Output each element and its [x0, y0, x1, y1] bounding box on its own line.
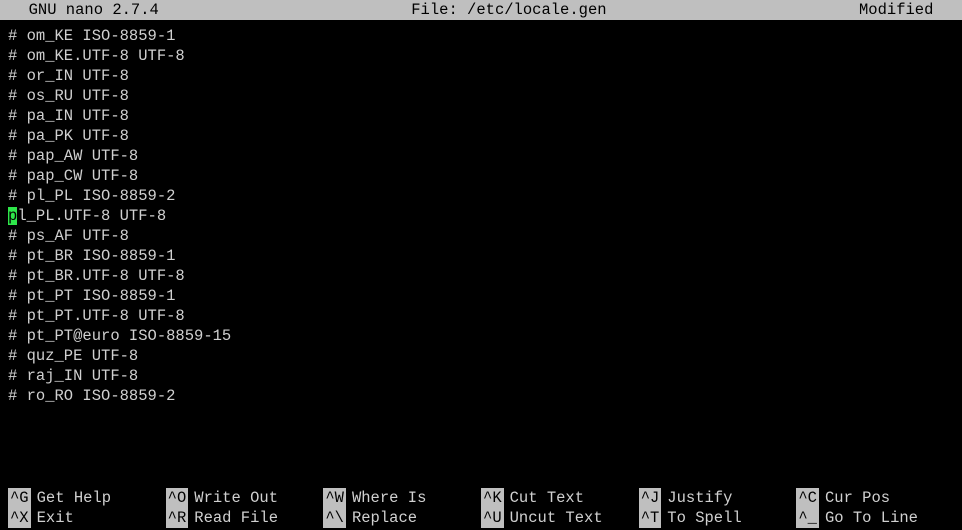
text-cursor: p	[8, 207, 17, 225]
editor-line: # pt_PT@euro ISO-8859-15	[8, 326, 954, 346]
shortcut-label: Read File	[194, 508, 278, 528]
editor-line: # pa_PK UTF-8	[8, 126, 954, 146]
shortcut-key: ^U	[481, 508, 504, 528]
shortcut-key: ^T	[639, 508, 662, 528]
shortcut-key: ^W	[323, 488, 346, 508]
shortcut-item[interactable]: ^X Exit	[8, 508, 166, 528]
shortcut-key: ^R	[166, 508, 189, 528]
editor-line: # pa_IN UTF-8	[8, 106, 954, 126]
editor-line: # om_KE.UTF-8 UTF-8	[8, 46, 954, 66]
shortcut-bar: ^GGet Help^OWrite Out^WWhere Is^KCut Tex…	[8, 488, 954, 528]
editor-line: # or_IN UTF-8	[8, 66, 954, 86]
editor-line: # raj_IN UTF-8	[8, 366, 954, 386]
editor-line: # om_KE ISO-8859-1	[8, 26, 954, 46]
editor-line: # pap_CW UTF-8	[8, 166, 954, 186]
shortcut-item[interactable]: ^\ Replace	[323, 508, 481, 528]
shortcut-item[interactable]: ^JJustify	[639, 488, 797, 508]
cursor-line-rest: l_PL.UTF-8 UTF-8	[17, 207, 166, 225]
editor-line: # pap_AW UTF-8	[8, 146, 954, 166]
editor-line: # ps_AF UTF-8	[8, 226, 954, 246]
shortcut-item[interactable]: ^K Cut Text	[481, 488, 639, 508]
shortcut-label: Cur Pos	[825, 488, 890, 508]
shortcut-label: To Spell	[667, 508, 741, 528]
shortcut-item[interactable]: ^_ Go To Line	[796, 508, 954, 528]
modified-status: Modified	[859, 0, 952, 20]
editor-line: # ro_RO ISO-8859-2	[8, 386, 954, 406]
editor-line: # pt_BR ISO-8859-1	[8, 246, 954, 266]
shortcut-key: ^C	[796, 488, 819, 508]
editor-line: # pt_PT.UTF-8 UTF-8	[8, 306, 954, 326]
shortcut-label: Where Is	[352, 488, 426, 508]
shortcut-key: ^_	[796, 508, 819, 528]
shortcut-item[interactable]: ^TTo Spell	[639, 508, 797, 528]
shortcut-item[interactable]: ^OWrite Out	[166, 488, 324, 508]
shortcut-label: Write Out	[194, 488, 278, 508]
cursor-line: pl_PL.UTF-8 UTF-8	[8, 206, 954, 226]
app-name: GNU nano 2.7.4	[10, 0, 159, 20]
shortcut-key: ^K	[481, 488, 504, 508]
shortcut-row: ^GGet Help^OWrite Out^WWhere Is^KCut Tex…	[8, 488, 954, 508]
shortcut-label: Cut Text	[510, 488, 584, 508]
shortcut-label: Replace	[352, 508, 417, 528]
editor-line: # pl_PL ISO-8859-2	[8, 186, 954, 206]
shortcut-label: Uncut Text	[510, 508, 603, 528]
shortcut-item[interactable]: ^C Cur Pos	[796, 488, 954, 508]
shortcut-label: Go To Line	[825, 508, 918, 528]
shortcut-key: ^\	[323, 508, 346, 528]
editor-line: # pt_BR.UTF-8 UTF-8	[8, 266, 954, 286]
shortcut-key: ^G	[8, 488, 31, 508]
editor-content[interactable]: # om_KE ISO-8859-1# om_KE.UTF-8 UTF-8# o…	[0, 20, 962, 406]
title-bar: GNU nano 2.7.4 File: /etc/locale.gen Mod…	[0, 0, 962, 20]
editor-line: # quz_PE UTF-8	[8, 346, 954, 366]
editor-line: # pt_PT ISO-8859-1	[8, 286, 954, 306]
editor-line: # os_RU UTF-8	[8, 86, 954, 106]
shortcut-label: Get Help	[37, 488, 111, 508]
shortcut-key: ^X	[8, 508, 31, 528]
shortcut-item[interactable]: ^RRead File	[166, 508, 324, 528]
shortcut-item[interactable]: ^W Where Is	[323, 488, 481, 508]
shortcut-key: ^J	[639, 488, 662, 508]
shortcut-label: Justify	[667, 488, 732, 508]
file-name: File: /etc/locale.gen	[411, 0, 606, 20]
shortcut-key: ^O	[166, 488, 189, 508]
shortcut-label: Exit	[37, 508, 74, 528]
shortcut-row: ^XExit^RRead File^\Replace^UUncut Text^T…	[8, 508, 954, 528]
shortcut-item[interactable]: ^U Uncut Text	[481, 508, 639, 528]
shortcut-item[interactable]: ^G Get Help	[8, 488, 166, 508]
